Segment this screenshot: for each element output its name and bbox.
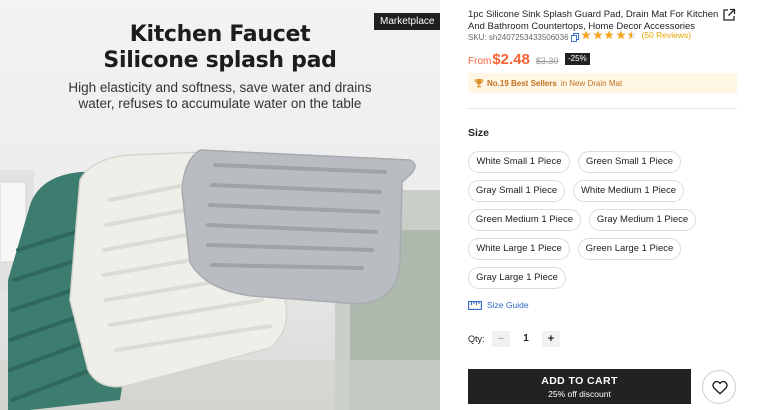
size-guide-label: Size Guide	[487, 300, 529, 310]
best-seller-banner[interactable]: No.19 Best Sellers in New Drain Mat	[468, 73, 737, 93]
trophy-icon	[474, 79, 484, 88]
size-option-gray-medium[interactable]: Gray Medium 1 Piece	[589, 209, 696, 231]
marketplace-badge: Marketplace	[374, 13, 440, 30]
ruler-icon	[468, 300, 482, 310]
star-full-icon	[615, 30, 626, 40]
size-option-green-large[interactable]: Green Large 1 Piece	[578, 238, 681, 260]
current-price: $2.48	[492, 51, 530, 68]
rating-stars[interactable]: (50 Reviews)	[581, 30, 691, 40]
size-option-white-medium[interactable]: White Medium 1 Piece	[573, 180, 684, 202]
size-option-green-small[interactable]: Green Small 1 Piece	[578, 151, 681, 173]
star-half-icon	[627, 30, 637, 40]
add-to-cart-label: ADD TO CART	[541, 375, 618, 387]
copy-icon[interactable]	[570, 32, 579, 42]
star-full-icon	[604, 30, 614, 40]
size-guide-link[interactable]: Size Guide	[468, 300, 529, 310]
hero-headline-2: Silicone splash pad	[103, 48, 337, 73]
heart-icon	[712, 380, 728, 395]
discount-badge: -25%	[565, 53, 590, 65]
best-seller-category: in New Drain Mat	[560, 78, 623, 88]
original-price: $3.30	[535, 56, 559, 66]
sku-text: SKU: sh2407253433506036	[468, 32, 569, 42]
product-page: Kitchen Faucet Silicone splash pad High …	[0, 0, 768, 410]
size-option-gray-large[interactable]: Gray Large 1 Piece	[468, 267, 566, 289]
quantity-label: Qty:	[468, 334, 485, 344]
price-from-label: From	[468, 56, 492, 67]
size-option-green-medium[interactable]: Green Medium 1 Piece	[468, 209, 581, 231]
size-option-gray-small[interactable]: Gray Small 1 Piece	[468, 180, 565, 202]
size-label: Size	[468, 127, 490, 139]
product-image[interactable]: Kitchen Faucet Silicone splash pad High …	[0, 0, 440, 410]
star-full-icon	[592, 30, 603, 40]
share-external-icon[interactable]	[722, 8, 736, 22]
sku-row: SKU: sh2407253433506036	[468, 31, 579, 43]
wishlist-button[interactable]	[702, 370, 736, 404]
quantity-increase-button[interactable]: +	[542, 331, 560, 347]
quantity-value[interactable]: 1	[518, 331, 534, 347]
hero-tagline-2: water, refuses to accumulate water on th…	[78, 96, 362, 111]
reviews-link[interactable]: (50 Reviews)	[642, 30, 692, 40]
hero-tagline-1: High elasticity and softness, save water…	[68, 80, 372, 95]
product-title: 1pc Silicone Sink Splash Guard Pad, Drai…	[468, 9, 719, 32]
size-option-white-small[interactable]: White Small 1 Piece	[468, 151, 570, 173]
section-divider	[468, 108, 737, 109]
best-seller-rank: No.19 Best Sellers	[487, 78, 557, 88]
price-row: From $2.48 $3.30	[468, 51, 558, 69]
star-full-icon	[581, 30, 591, 40]
size-option-white-large[interactable]: White Large 1 Piece	[468, 238, 570, 260]
quantity-decrease-button[interactable]: −	[492, 331, 510, 347]
add-to-cart-button[interactable]: ADD TO CART 25% off discount	[468, 369, 691, 404]
add-to-cart-discount: 25% off discount	[548, 389, 611, 399]
